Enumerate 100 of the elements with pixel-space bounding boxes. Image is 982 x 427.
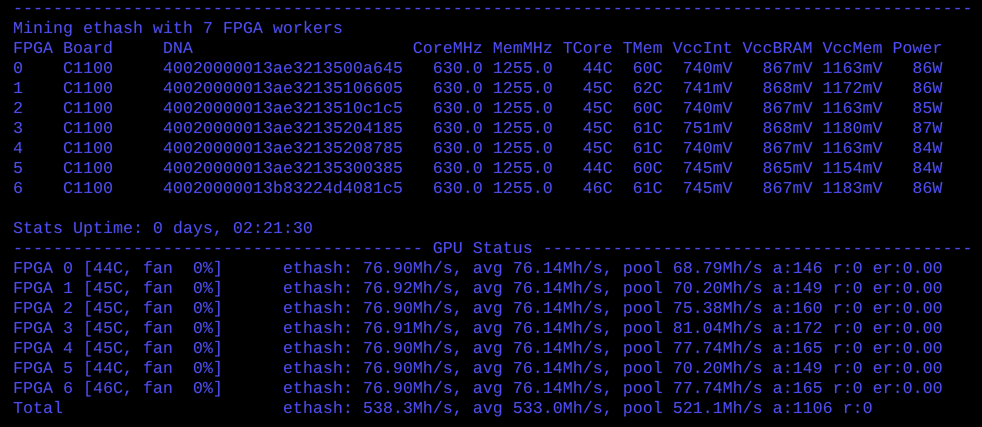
column-header: DNA: [162, 40, 194, 60]
table-cell-text: C1100: [62, 180, 114, 200]
column-header: CoreMHz: [412, 40, 483, 60]
worker-label: FPGA 6 [46C, fan 0%]: [13, 380, 224, 400]
table-cell-text: 868mV: [762, 120, 812, 140]
column-header: VccMem: [822, 40, 882, 60]
table-cell-text: 867mV: [762, 180, 812, 200]
table-cell-text: 745mV: [682, 180, 733, 200]
table-cell-text: 630.0: [432, 180, 483, 200]
table-cell-text: 630.0: [432, 160, 483, 180]
table-cell-text: 87W: [911, 120, 942, 140]
table-cell-text: 751mV: [682, 120, 733, 140]
table-cell-text: 40020000013ae32135300385: [162, 160, 404, 180]
table-cell-text: 45C: [582, 80, 613, 100]
table-cell-text: 60C: [632, 60, 663, 80]
table-cell-text: C1100: [62, 100, 114, 120]
column-header: MemMHz: [492, 40, 553, 60]
table-cell-text: 867mV: [762, 100, 812, 120]
column-header: TCore: [562, 40, 613, 60]
table-cell-text: 86W: [911, 60, 942, 80]
table-cell-text: 865mV: [762, 160, 812, 180]
table-cell-text: 40020000013ae3213500a645: [162, 60, 404, 80]
column-header: VccInt: [672, 40, 733, 60]
table-cell-text: 40020000013ae32135106605: [162, 80, 404, 100]
table-cell: 1255.0: [492, 80, 553, 100]
table-cell-text: 62C: [632, 80, 663, 100]
worker-label: FPGA 1 [45C, fan 0%]: [13, 280, 224, 300]
table-cell-text: 84W: [911, 140, 942, 160]
column-header: Power: [892, 40, 942, 60]
table-cell-text: 868mV: [762, 80, 812, 100]
table-cell-text: 740mV: [682, 140, 733, 160]
table-cell-text: 40020000013ae32135208785: [162, 140, 404, 160]
section-header: ----------------------------------------- GPU Status -------------------------------------------: [13, 240, 973, 260]
worker-label: FPGA 0 [44C, fan 0%]: [13, 260, 224, 280]
table-cell: 1163mV: [822, 140, 882, 160]
table-cell-text: C1100: [62, 160, 114, 180]
table-cell-text: 40020000013b83224d4081c5: [162, 180, 404, 200]
table-cell: 1163mV: [822, 60, 882, 80]
table-cell-text: C1100: [62, 120, 114, 140]
column-header: VccBRAM: [742, 40, 812, 60]
table-cell-text: C1100: [62, 80, 114, 100]
table-cell-text: 4: [13, 140, 24, 160]
table-cell-text: 630.0: [432, 140, 483, 160]
table-cell-text: 2: [13, 100, 24, 120]
worker-label: FPGA 3 [45C, fan 0%]: [13, 320, 224, 340]
column-header: Board: [62, 40, 114, 60]
table-cell-text: 40020000013ae32135204185: [162, 120, 404, 140]
table-cell: 1172mV: [822, 80, 882, 100]
table-cell-text: 44C: [582, 60, 613, 80]
table-cell: 1255.0: [492, 100, 553, 120]
uptime-text: Stats Uptime: 0 days, 02:21:30: [13, 220, 313, 240]
table-cell-text: 45C: [582, 140, 613, 160]
table-cell-text: 85W: [911, 100, 942, 120]
table-cell-text: 1: [13, 80, 24, 100]
table-cell: 1255.0: [492, 160, 553, 180]
table-cell: 1255.0: [492, 120, 553, 140]
hashrate-stats: ethash: 76.90Mh/s, avg 76.14Mh/s, pool 68.79Mh/s a:146 r:0 er:0.00: [282, 260, 943, 280]
column-header: TMem: [622, 40, 663, 60]
table-cell-text: 630.0: [432, 100, 483, 120]
table-cell-text: 46C: [582, 180, 613, 200]
hashrate-stats: ethash: 538.3Mh/s, avg 533.0Mh/s, pool 521.1Mh/s a:1106 r:0: [282, 400, 873, 420]
table-cell-text: 3: [13, 120, 24, 140]
table-cell-text: 44C: [582, 160, 613, 180]
table-cell-text: 867mV: [762, 140, 812, 160]
separator-line: ------------------------------------------------------------------------------------------------: [13, 0, 973, 20]
table-cell-text: 61C: [632, 120, 663, 140]
status-message: Mining ethash with 7 FPGA workers: [13, 20, 343, 40]
table-cell-text: 6: [13, 180, 24, 200]
table-cell-text: 5: [13, 160, 24, 180]
table-cell: 1154mV: [822, 160, 882, 180]
table-cell-text: 740mV: [682, 100, 733, 120]
table-cell-text: 61C: [632, 180, 663, 200]
table-cell-text: 45C: [582, 100, 613, 120]
hashrate-stats: ethash: 76.90Mh/s, avg 76.14Mh/s, pool 77.74Mh/s a:165 r:0 er:0.00: [282, 380, 943, 400]
table-cell-text: 867mV: [762, 60, 812, 80]
hashrate-stats: ethash: 76.91Mh/s, avg 76.14Mh/s, pool 81.04Mh/s a:172 r:0 er:0.00: [282, 320, 943, 340]
table-cell: 1180mV: [822, 120, 882, 140]
table-cell-text: 740mV: [682, 60, 733, 80]
table-cell-text: 741mV: [682, 80, 733, 100]
hashrate-stats: ethash: 76.90Mh/s, avg 76.14Mh/s, pool 77.74Mh/s a:165 r:0 er:0.00: [282, 340, 943, 360]
table-cell: 1255.0: [492, 140, 553, 160]
worker-label: FPGA 2 [45C, fan 0%]: [13, 300, 224, 320]
hashrate-stats: ethash: 76.90Mh/s, avg 76.14Mh/s, pool 70.20Mh/s a:149 r:0 er:0.00: [282, 360, 943, 380]
table-cell-text: 45C: [582, 120, 613, 140]
table-cell-text: 60C: [632, 160, 663, 180]
table-cell: 1183mV: [822, 180, 882, 200]
table-cell-text: 0: [13, 60, 24, 80]
table-cell: 1255.0: [492, 180, 553, 200]
table-cell-text: C1100: [62, 140, 114, 160]
table-cell-text: 40020000013ae3213510c1c5: [162, 100, 404, 120]
worker-label: Total: [13, 400, 64, 420]
hashrate-stats: ethash: 76.92Mh/s, avg 76.14Mh/s, pool 70.20Mh/s a:149 r:0 er:0.00: [282, 280, 943, 300]
table-cell: 1163mV: [822, 100, 882, 120]
worker-label: FPGA 4 [45C, fan 0%]: [13, 340, 224, 360]
table-cell-text: 86W: [911, 80, 942, 100]
hashrate-stats: ethash: 76.90Mh/s, avg 76.14Mh/s, pool 75.38Mh/s a:160 r:0 er:0.00: [282, 300, 943, 320]
table-cell-text: 630.0: [432, 80, 483, 100]
column-header: FPGA: [13, 40, 54, 60]
table-cell-text: 61C: [632, 140, 663, 160]
table-cell-text: 630.0: [432, 60, 483, 80]
